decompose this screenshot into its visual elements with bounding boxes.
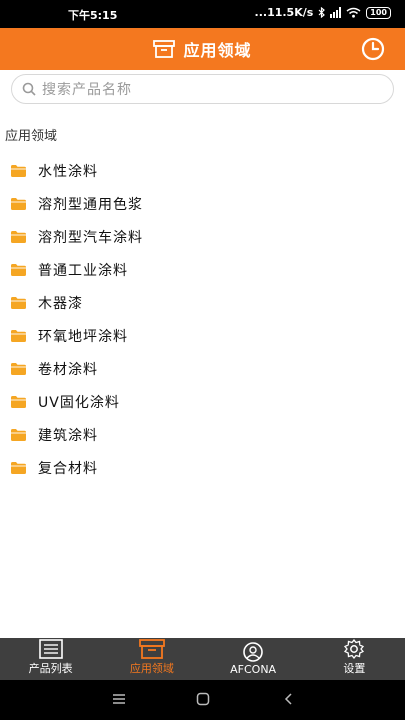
wifi-icon bbox=[346, 7, 361, 18]
tab-application-field[interactable]: 应用领域 bbox=[101, 638, 202, 680]
section-title: 应用领域 bbox=[5, 129, 58, 144]
list-item[interactable]: 木器漆 bbox=[0, 286, 405, 319]
list-item[interactable]: 复合材料 bbox=[0, 451, 405, 484]
box-icon bbox=[153, 40, 176, 58]
folder-icon bbox=[11, 362, 26, 375]
folder-icon bbox=[11, 263, 26, 276]
list-item[interactable]: 水性涂料 bbox=[0, 154, 405, 187]
list-item[interactable]: 溶剂型汽车涂料 bbox=[0, 220, 405, 253]
tab-afcona[interactable]: AFCONA bbox=[203, 638, 304, 680]
tab-product-list[interactable]: 产品列表 bbox=[0, 638, 101, 680]
tab-label: 设置 bbox=[343, 662, 366, 675]
list-item-label: 环氧地坪涂料 bbox=[38, 328, 128, 345]
box-icon bbox=[138, 639, 165, 659]
list-item-label: 建筑涂料 bbox=[38, 427, 98, 444]
folder-icon bbox=[11, 428, 26, 441]
menu-icon[interactable] bbox=[112, 692, 126, 706]
folder-icon bbox=[11, 395, 26, 408]
bottom-tab-bar: 产品列表 应用领域 AFCONA 设置 bbox=[0, 638, 405, 680]
battery-icon: 100 bbox=[366, 6, 391, 19]
gear-icon bbox=[344, 639, 365, 659]
list-item[interactable]: 卷材涂料 bbox=[0, 352, 405, 385]
system-nav-bar bbox=[0, 680, 405, 720]
list-item-label: 卷材涂料 bbox=[38, 361, 98, 378]
tab-label: 产品列表 bbox=[28, 662, 73, 675]
list-item[interactable]: UV固化涂料 bbox=[0, 385, 405, 418]
tab-settings[interactable]: 设置 bbox=[304, 638, 405, 680]
folder-icon bbox=[11, 230, 26, 243]
folder-icon bbox=[11, 461, 26, 474]
tab-label: AFCONA bbox=[230, 663, 277, 676]
signal-icon bbox=[330, 7, 342, 18]
list-icon bbox=[38, 639, 63, 659]
search-placeholder: 搜索产品名称 bbox=[42, 82, 132, 98]
list-item-label: 水性涂料 bbox=[38, 163, 98, 180]
folder-icon bbox=[11, 164, 26, 177]
page-title: 应用领域 bbox=[183, 41, 252, 60]
list-item-label: UV固化涂料 bbox=[38, 394, 120, 411]
list-item-label: 木器漆 bbox=[38, 295, 83, 312]
search-input[interactable]: 搜索产品名称 bbox=[11, 74, 394, 104]
list-item-label: 溶剂型汽车涂料 bbox=[38, 229, 143, 246]
list-item-label: 普通工业涂料 bbox=[38, 262, 128, 279]
bluetooth-icon bbox=[318, 7, 326, 18]
clock-icon[interactable] bbox=[361, 37, 385, 61]
tab-label: 应用领域 bbox=[129, 662, 174, 675]
status-bar: 下午5:15 ...11.5K/s 100 bbox=[0, 0, 405, 28]
list-item-label: 复合材料 bbox=[38, 460, 98, 477]
list-item[interactable]: 溶剂型通用色浆 bbox=[0, 187, 405, 220]
home-icon[interactable] bbox=[196, 692, 210, 706]
back-icon[interactable] bbox=[282, 692, 296, 706]
network-speed: ...11.5K/s bbox=[254, 6, 314, 19]
category-list: 水性涂料溶剂型通用色浆 溶剂型汽车涂料 普通工业涂料 木器漆环氧地坪涂料 卷材涂料 UV固… bbox=[0, 154, 405, 484]
logo-icon bbox=[243, 642, 263, 662]
folder-icon bbox=[11, 197, 26, 210]
list-item-label: 溶剂型通用色浆 bbox=[38, 196, 143, 213]
list-item[interactable]: 建筑涂料 bbox=[0, 418, 405, 451]
folder-icon bbox=[11, 296, 26, 309]
status-indicators: ...11.5K/s 100 bbox=[255, 6, 391, 19]
search-icon bbox=[22, 82, 36, 96]
list-item[interactable]: 环氧地坪涂料 bbox=[0, 319, 405, 352]
app-bar-title-group: 应用领域 bbox=[0, 28, 405, 70]
app-bar: 应用领域 bbox=[0, 28, 405, 70]
folder-icon bbox=[11, 329, 26, 342]
list-item[interactable]: 普通工业涂料 bbox=[0, 253, 405, 286]
status-time: 下午5:15 bbox=[68, 9, 118, 22]
